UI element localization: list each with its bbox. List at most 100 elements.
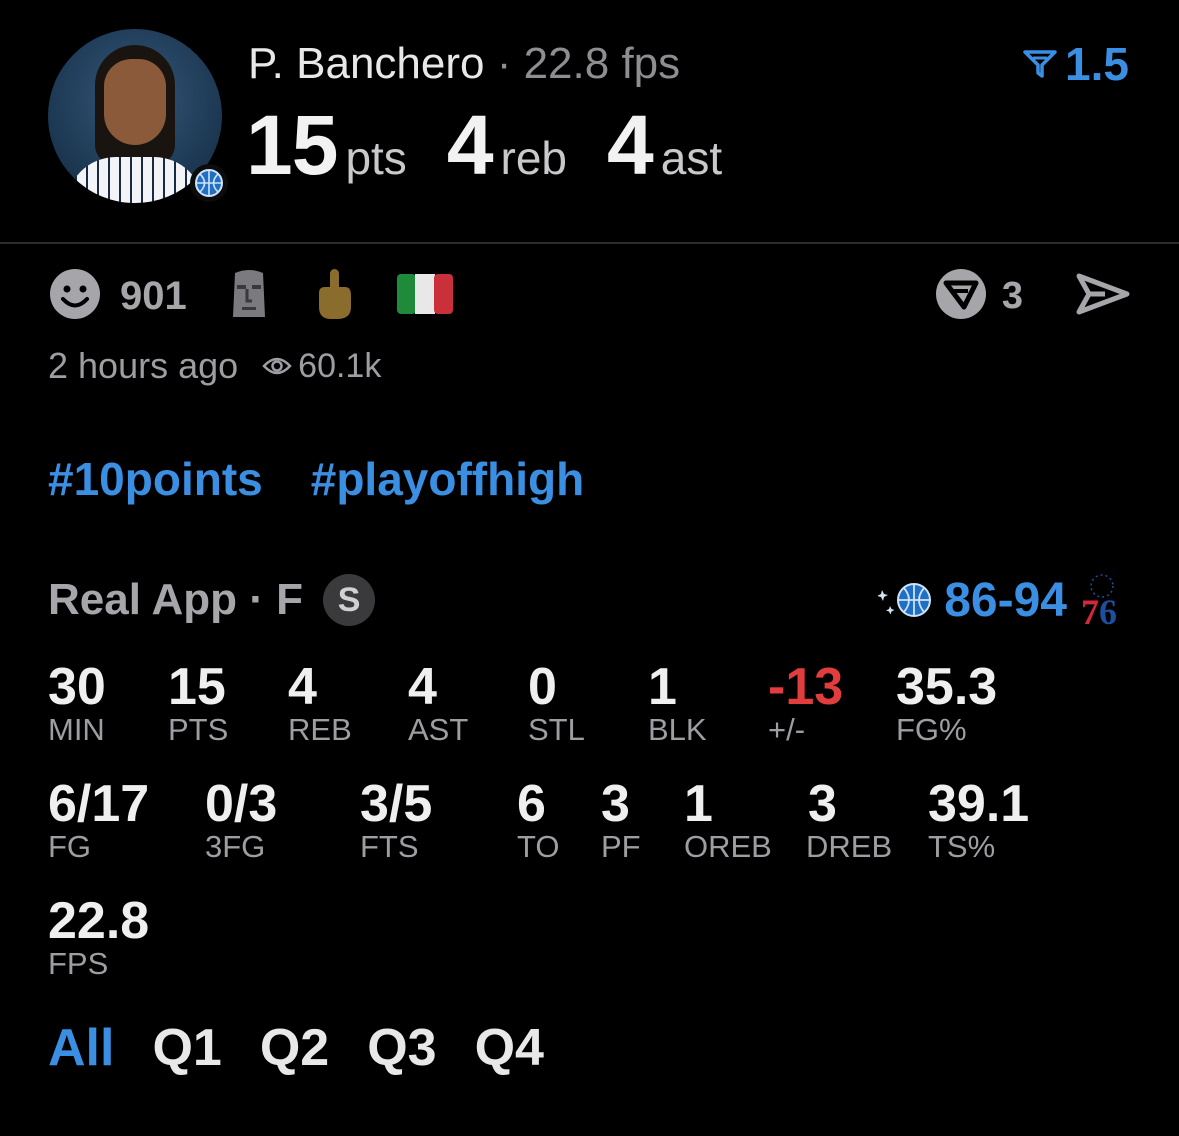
view-count: 60.1k xyxy=(262,347,381,386)
svg-text:6: 6 xyxy=(1099,592,1117,628)
stat-fg: 6/17 FG xyxy=(48,775,149,865)
stat-label: FPS xyxy=(48,946,109,981)
stat-value: 4 xyxy=(408,658,437,716)
game-score[interactable]: 86-94 7 6 xyxy=(878,572,1127,628)
odds-value: 1.5 xyxy=(1065,38,1129,90)
stat-label: DREB xyxy=(806,829,893,864)
stat-value: 22.8 xyxy=(48,892,150,950)
stat-pts: 15 PTS xyxy=(168,658,228,748)
avatar-jersey xyxy=(66,157,204,203)
player-name[interactable]: P. Banchero xyxy=(248,39,484,88)
team-logo-icon xyxy=(190,164,228,202)
post-meta: 2 hours ago 60.1k xyxy=(48,345,381,387)
stat-value: 4 xyxy=(288,658,317,716)
stat-stl: 0 STL xyxy=(528,658,585,748)
headline-stats: 15 pts 4 reb 4 ast xyxy=(246,100,762,190)
stat-min: 30 MIN xyxy=(48,658,106,748)
posted-time: 2 hours ago xyxy=(48,345,239,386)
stat-value: 3 xyxy=(808,775,837,833)
view-count-value: 60.1k xyxy=(298,346,382,385)
stat-fps: 22.8 FPS xyxy=(48,892,149,982)
hashtag-list: #10points #playoffhigh xyxy=(48,452,584,506)
stat-value: 39.1 xyxy=(928,775,1030,833)
eye-icon xyxy=(262,357,292,375)
stat-label: 3FG xyxy=(205,829,266,864)
source-label: Real App · F S xyxy=(48,574,376,626)
stat-ts-pct: 39.1 TS% xyxy=(928,775,1029,865)
stat-label: REB xyxy=(288,712,352,747)
odds-badge[interactable]: 1.5 xyxy=(1023,38,1129,90)
magic-team-icon xyxy=(878,583,932,617)
post-actions: 3 xyxy=(934,268,1131,323)
headline-pts-value: 15 xyxy=(246,98,338,192)
stat-blk: 1 BLK xyxy=(648,658,707,748)
reactions-bar: 901 xyxy=(48,268,453,322)
stat-value: 15 xyxy=(168,658,226,716)
stat-label: BLK xyxy=(648,712,707,747)
headline-ast-value: 4 xyxy=(607,98,654,192)
reaction-count: 901 xyxy=(120,273,187,318)
comment-icon[interactable] xyxy=(934,267,988,326)
header-divider xyxy=(0,242,1179,244)
stat-pf: 3 PF xyxy=(601,775,641,865)
headline-reb-unit: reb xyxy=(500,132,568,184)
tab-q2[interactable]: Q2 xyxy=(260,1018,329,1078)
avatar-face xyxy=(104,59,166,145)
stat-label: MIN xyxy=(48,712,105,747)
tab-all[interactable]: All xyxy=(48,1018,114,1078)
stat-label: TO xyxy=(517,829,560,864)
stat-fts: 3/5 FTS xyxy=(360,775,432,865)
headline-pts-unit: pts xyxy=(345,132,407,184)
stat-value: 3/5 xyxy=(360,775,433,833)
tab-q3[interactable]: Q3 xyxy=(367,1018,436,1078)
stat-label: PTS xyxy=(168,712,229,747)
headline-ast-unit: ast xyxy=(660,132,723,184)
stat-fg-pct: 35.3 FG% xyxy=(896,658,997,748)
stat-value: 1 xyxy=(684,775,713,833)
tab-q4[interactable]: Q4 xyxy=(475,1018,544,1078)
italy-flag-icon[interactable] xyxy=(396,273,453,319)
stat-value: 30 xyxy=(48,658,106,716)
stat-3fg: 0/3 3FG xyxy=(205,775,277,865)
hashtag-link[interactable]: #10points xyxy=(48,452,263,506)
stat-value: 0 xyxy=(528,658,557,716)
stat-label: FTS xyxy=(360,829,419,864)
stat-value: 6 xyxy=(517,775,546,833)
stat-value: 3 xyxy=(601,775,630,833)
source-text: Real App · F xyxy=(48,575,304,624)
smiley-icon[interactable] xyxy=(48,267,102,326)
stat-label: FG xyxy=(48,829,92,864)
sixers-team-icon: 7 6 xyxy=(1081,574,1117,628)
player-fps-inline: · 22.8 fps xyxy=(484,39,681,88)
stat-value: 35.3 xyxy=(896,658,998,716)
source-badge: S xyxy=(323,574,376,626)
share-send-icon[interactable] xyxy=(1075,270,1131,323)
odds-filter-icon xyxy=(1023,50,1057,78)
stat-label: OREB xyxy=(684,829,772,864)
stat-oreb: 1 OREB xyxy=(684,775,772,865)
stat-label: FG% xyxy=(896,712,967,747)
stat-value: 1 xyxy=(648,658,677,716)
stat-label: +/- xyxy=(768,712,806,747)
stat-value: 6/17 xyxy=(48,775,150,833)
headline-reb-value: 4 xyxy=(446,98,494,192)
middle-finger-emoji-icon[interactable] xyxy=(311,267,357,326)
stat-label: AST xyxy=(408,712,469,747)
player-line: P. Banchero · 22.8 fps xyxy=(248,38,680,90)
stat-dreb: 3 DREB xyxy=(806,775,892,865)
stat-value: 0/3 xyxy=(205,775,278,833)
tab-q1[interactable]: Q1 xyxy=(152,1018,221,1078)
svg-text:7: 7 xyxy=(1081,592,1099,628)
quarter-tabs: All Q1 Q2 Q3 Q4 xyxy=(48,1018,544,1078)
stat-to: 6 TO xyxy=(517,775,560,865)
stat-label: STL xyxy=(528,712,585,747)
stat-reb: 4 REB xyxy=(288,658,352,748)
comment-count: 3 xyxy=(1001,274,1023,317)
moai-emoji-icon[interactable] xyxy=(227,267,271,326)
score-value: 86-94 xyxy=(944,573,1067,627)
stat-label: TS% xyxy=(928,829,996,864)
stat-value: -13 xyxy=(768,658,844,716)
stat-ast: 4 AST xyxy=(408,658,468,748)
hashtag-link[interactable]: #playoffhigh xyxy=(311,452,584,506)
stat-label: PF xyxy=(601,829,641,864)
